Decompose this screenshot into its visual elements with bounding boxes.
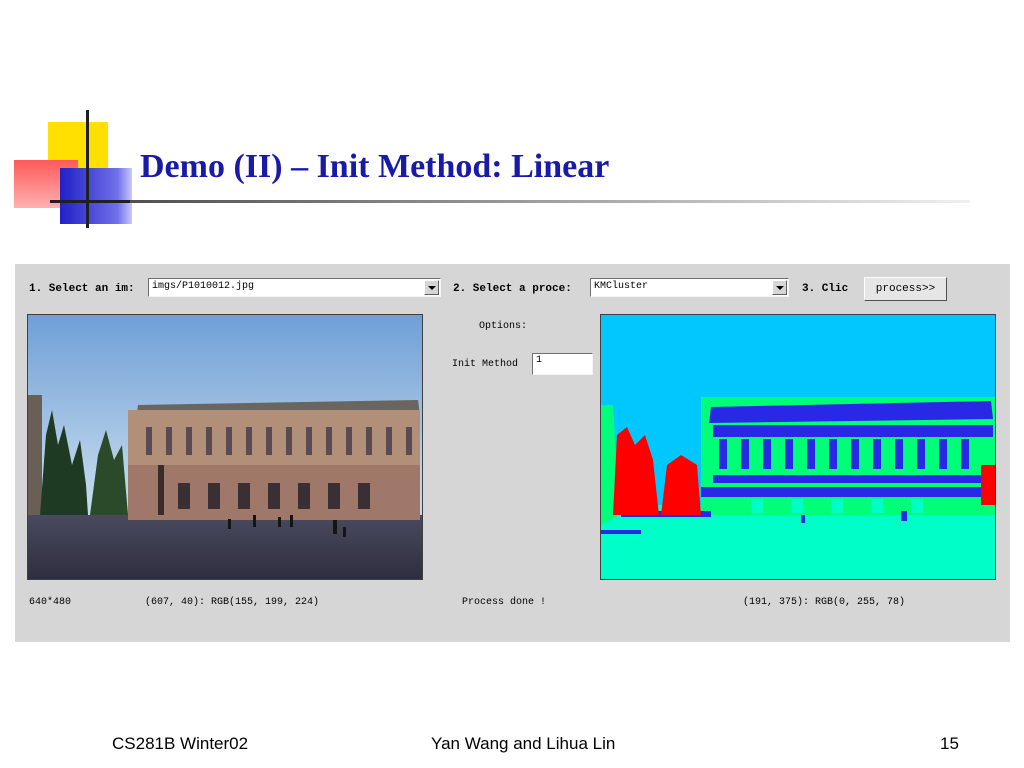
step1-label: 1. Select an im:	[29, 283, 135, 295]
result-pixel-info: (191, 375): RGB(0, 255, 78)	[743, 597, 906, 608]
page-number: 15	[940, 734, 959, 753]
process-select-value: KMCluster	[594, 281, 649, 292]
image-select-value: imgs/P1010012.jpg	[152, 281, 255, 292]
deco-horizontal-line	[50, 200, 132, 203]
deco-vertical-line	[86, 110, 89, 228]
footer-authors: Yan Wang and Lihua Lin	[431, 734, 616, 753]
source-image[interactable]	[27, 314, 423, 580]
image-size-text: 640*480	[29, 597, 72, 608]
step3-label: 3. Clic	[802, 283, 849, 295]
chevron-down-icon[interactable]	[424, 280, 439, 295]
result-image[interactable]	[600, 314, 996, 580]
step2-label: 2. Select a proce:	[453, 283, 572, 295]
init-method-input[interactable]: 1	[532, 353, 593, 375]
slide-decoration	[0, 0, 140, 240]
image-select[interactable]: imgs/P1010012.jpg	[148, 278, 441, 297]
process-button[interactable]: process>>	[864, 277, 947, 301]
source-pixel-info: (607, 40): RGB(155, 199, 224)	[145, 597, 320, 608]
demo-app-window: 1. Select an im: imgs/P1010012.jpg 2. Se…	[15, 264, 1010, 642]
process-select[interactable]: KMCluster	[590, 278, 789, 297]
chevron-down-icon[interactable]	[772, 280, 787, 295]
slide-title: Demo (II) – Init Method: Linear	[140, 148, 610, 185]
init-method-label: Init Method	[452, 359, 519, 370]
status-text: Process done !	[462, 597, 547, 608]
deco-blue-square	[60, 168, 132, 224]
footer-course: CS281B Winter02	[112, 734, 249, 753]
options-label: Options:	[479, 321, 528, 332]
title-underline	[130, 200, 970, 203]
